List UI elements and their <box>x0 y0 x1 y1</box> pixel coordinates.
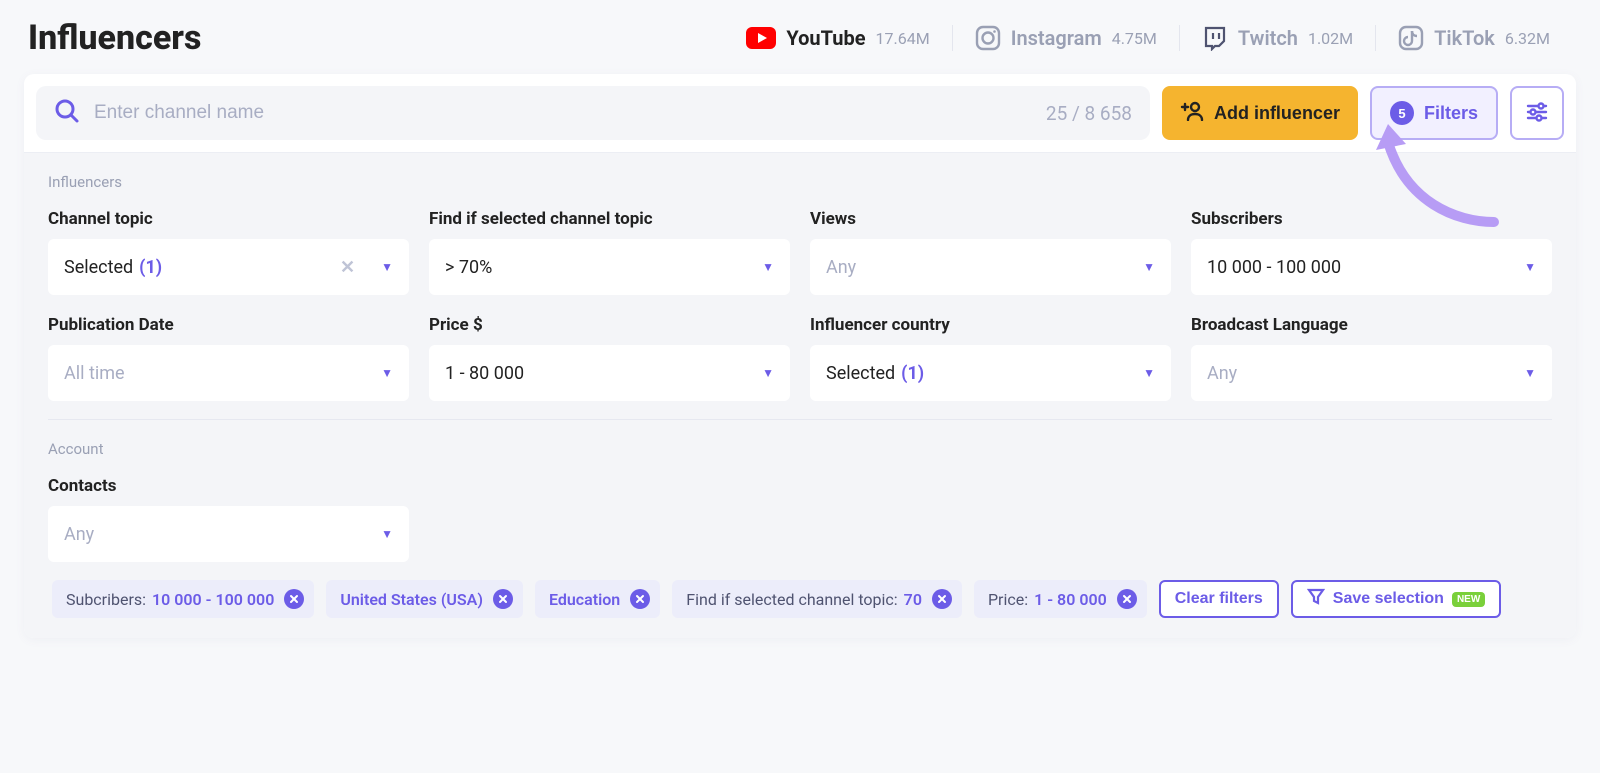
views-select[interactable]: Any ▼ <box>810 239 1171 295</box>
select-value: Selected <box>826 363 895 384</box>
select-value: Selected <box>64 257 133 278</box>
select-placeholder: Any <box>1207 363 1237 384</box>
chip-remove-icon[interactable] <box>284 589 304 609</box>
price-select[interactable]: 1 - 80 000 ▼ <box>429 345 790 401</box>
instagram-icon <box>975 25 1001 51</box>
chevron-down-icon: ▼ <box>381 260 393 274</box>
filters-count-badge: 5 <box>1390 101 1414 125</box>
platform-name: Instagram <box>1011 26 1102 50</box>
topic-percent-select[interactable]: > 70% ▼ <box>429 239 790 295</box>
active-filter-chips: Subcribers: 10 000 - 100 000 United State… <box>48 580 1552 628</box>
field-label: Find if selected channel topic <box>429 209 790 229</box>
select-value: > 70% <box>445 257 492 278</box>
tiktok-icon <box>1398 25 1424 51</box>
channel-topic-select[interactable]: Selected (1) ✕ ▼ <box>48 239 409 295</box>
chip-value: United States (USA) <box>340 590 483 609</box>
chip-key: Subcribers: <box>66 590 146 609</box>
chip-value: 70 <box>904 590 922 609</box>
platform-name: TikTok <box>1434 26 1495 50</box>
chevron-down-icon: ▼ <box>381 366 393 380</box>
youtube-icon <box>746 27 776 49</box>
platform-count: 1.02M <box>1308 29 1353 48</box>
chip-value: 1 - 80 000 <box>1034 590 1107 609</box>
chevron-down-icon: ▼ <box>1143 366 1155 380</box>
field-label: Channel topic <box>48 209 409 229</box>
publication-date-select[interactable]: All time ▼ <box>48 345 409 401</box>
chip-remove-icon[interactable] <box>493 589 513 609</box>
platform-count: 6.32M <box>1505 29 1550 48</box>
filter-chip: Find if selected channel topic: 70 <box>672 580 962 618</box>
select-placeholder: All time <box>64 363 125 384</box>
platform-count: 4.75M <box>1112 29 1157 48</box>
new-badge: NEW <box>1452 592 1485 607</box>
select-value: 1 - 80 000 <box>445 363 524 384</box>
search-wrap: 25 / 8 658 <box>36 86 1150 140</box>
sliders-icon <box>1525 100 1549 127</box>
section-label-influencers: Influencers <box>48 173 1552 191</box>
platform-tiktok[interactable]: TikTok 6.32M <box>1375 25 1572 51</box>
add-person-icon <box>1180 101 1204 126</box>
platform-name: YouTube <box>786 26 865 50</box>
button-label: Clear filters <box>1175 590 1263 608</box>
platform-youtube[interactable]: YouTube 17.64M <box>724 26 951 50</box>
search-result-count: 25 / 8 658 <box>1036 102 1132 125</box>
add-influencer-button[interactable]: Add influencer <box>1162 86 1358 140</box>
field-label: Price $ <box>429 315 790 335</box>
filter-chip: Education <box>535 580 660 618</box>
clear-filters-button[interactable]: Clear filters <box>1159 580 1279 618</box>
button-label: Filters <box>1424 103 1478 124</box>
filter-chip: United States (USA) <box>326 580 523 618</box>
platform-twitch[interactable]: Twitch 1.02M <box>1179 25 1375 51</box>
subscribers-select[interactable]: 10 000 - 100 000 ▼ <box>1191 239 1552 295</box>
button-label: Save selection <box>1333 590 1444 608</box>
search-input[interactable] <box>80 102 1036 124</box>
platform-count: 17.64M <box>876 29 930 48</box>
settings-button[interactable] <box>1510 86 1564 140</box>
country-select[interactable]: Selected (1) ▼ <box>810 345 1171 401</box>
platform-name: Twitch <box>1238 26 1298 50</box>
twitch-icon <box>1202 25 1228 51</box>
chevron-down-icon: ▼ <box>762 260 774 274</box>
search-icon <box>54 98 80 128</box>
select-count: (1) <box>139 257 162 278</box>
chip-value: Education <box>549 590 620 609</box>
field-label: Influencer country <box>810 315 1171 335</box>
save-selection-button[interactable]: Save selection NEW <box>1291 580 1502 618</box>
chevron-down-icon: ▼ <box>1524 260 1536 274</box>
chevron-down-icon: ▼ <box>1524 366 1536 380</box>
button-label: Add influencer <box>1214 103 1340 124</box>
filter-chip: Subcribers: 10 000 - 100 000 <box>52 580 314 618</box>
platform-tabs: YouTube 17.64M Instagram 4.75M Twitch 1.… <box>724 25 1572 51</box>
select-placeholder: Any <box>64 524 94 545</box>
chevron-down-icon: ▼ <box>762 366 774 380</box>
contacts-select[interactable]: Any ▼ <box>48 506 409 562</box>
language-select[interactable]: Any ▼ <box>1191 345 1552 401</box>
field-label: Contacts <box>48 476 409 496</box>
field-label: Publication Date <box>48 315 409 335</box>
chip-remove-icon[interactable] <box>1117 589 1137 609</box>
select-value: 10 000 - 100 000 <box>1207 257 1341 278</box>
chip-key: Price: <box>988 590 1028 609</box>
filter-save-icon <box>1307 588 1325 611</box>
select-count: (1) <box>901 363 924 384</box>
field-label: Views <box>810 209 1171 229</box>
clear-icon[interactable]: ✕ <box>340 257 365 278</box>
page-title: Influencers <box>28 18 201 58</box>
chip-key: Find if selected channel topic: <box>686 590 897 609</box>
chip-value: 10 000 - 100 000 <box>152 590 274 609</box>
select-placeholder: Any <box>826 257 856 278</box>
chevron-down-icon: ▼ <box>381 527 393 541</box>
section-label-account: Account <box>48 440 1552 458</box>
field-label: Broadcast Language <box>1191 315 1552 335</box>
divider <box>48 419 1552 420</box>
filters-button[interactable]: 5 Filters <box>1370 86 1498 140</box>
platform-instagram[interactable]: Instagram 4.75M <box>952 25 1179 51</box>
chip-remove-icon[interactable] <box>932 589 952 609</box>
field-label: Subscribers <box>1191 209 1552 229</box>
chevron-down-icon: ▼ <box>1143 260 1155 274</box>
filter-chip: Price: 1 - 80 000 <box>974 580 1147 618</box>
chip-remove-icon[interactable] <box>630 589 650 609</box>
